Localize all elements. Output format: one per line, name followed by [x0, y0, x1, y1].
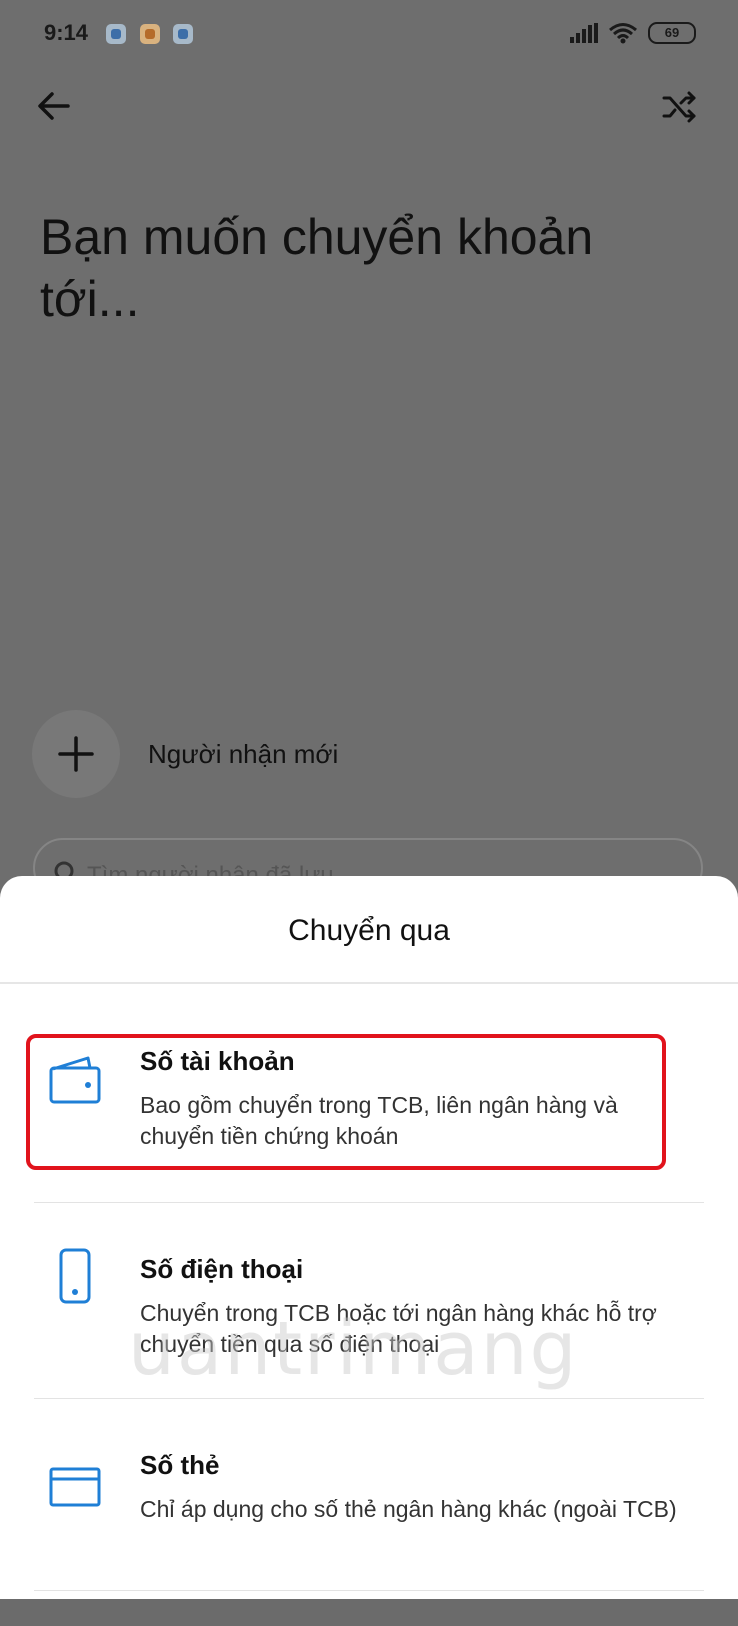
back-arrow-icon[interactable] — [34, 86, 74, 126]
wifi-icon — [609, 23, 637, 44]
transfer-method-sheet: Chuyển qua Số tài khoản Bao gồm chuyển t… — [0, 876, 738, 1599]
option-card-number[interactable]: Số thẻ Chỉ áp dụng cho số thẻ ngân hàng … — [34, 1450, 704, 1626]
battery-icon: 69 — [648, 22, 696, 44]
plus-icon — [32, 710, 120, 798]
option-description: Bao gồm chuyển trong TCB, liên ngân hàng… — [140, 1092, 618, 1149]
divider — [34, 1202, 704, 1203]
page-title: Bạn muốn chuyển khoản tới... — [40, 209, 594, 327]
divider — [34, 1590, 704, 1591]
notification-icon — [140, 24, 160, 44]
card-icon — [49, 1467, 101, 1507]
option-title: Số điện thoại — [140, 1254, 304, 1284]
new-recipient-button[interactable]: Người nhận mới — [32, 710, 338, 798]
wallet-icon — [49, 1056, 101, 1104]
phone-icon — [59, 1248, 91, 1304]
divider — [34, 1398, 704, 1399]
divider — [0, 982, 738, 984]
system-icons: 69 — [570, 22, 696, 44]
notification-icon — [106, 24, 126, 44]
shuffle-icon[interactable] — [660, 88, 698, 126]
option-title: Số tài khoản — [140, 1046, 295, 1076]
notification-icon — [173, 24, 193, 44]
sheet-title: Chuyển qua — [288, 914, 450, 947]
signal-icon — [570, 23, 598, 43]
status-bar: 9:14 69 — [0, 0, 738, 66]
option-description: Chỉ áp dụng cho số thẻ ngân hàng khác (n… — [140, 1496, 677, 1522]
watermark: uantrimang — [128, 1306, 579, 1392]
option-account-number[interactable]: Số tài khoản Bao gồm chuyển trong TCB, l… — [34, 1046, 704, 1222]
new-recipient-label: Người nhận mới — [148, 738, 339, 769]
status-time: 9:14 — [44, 20, 89, 45]
option-title: Số thẻ — [140, 1450, 220, 1480]
